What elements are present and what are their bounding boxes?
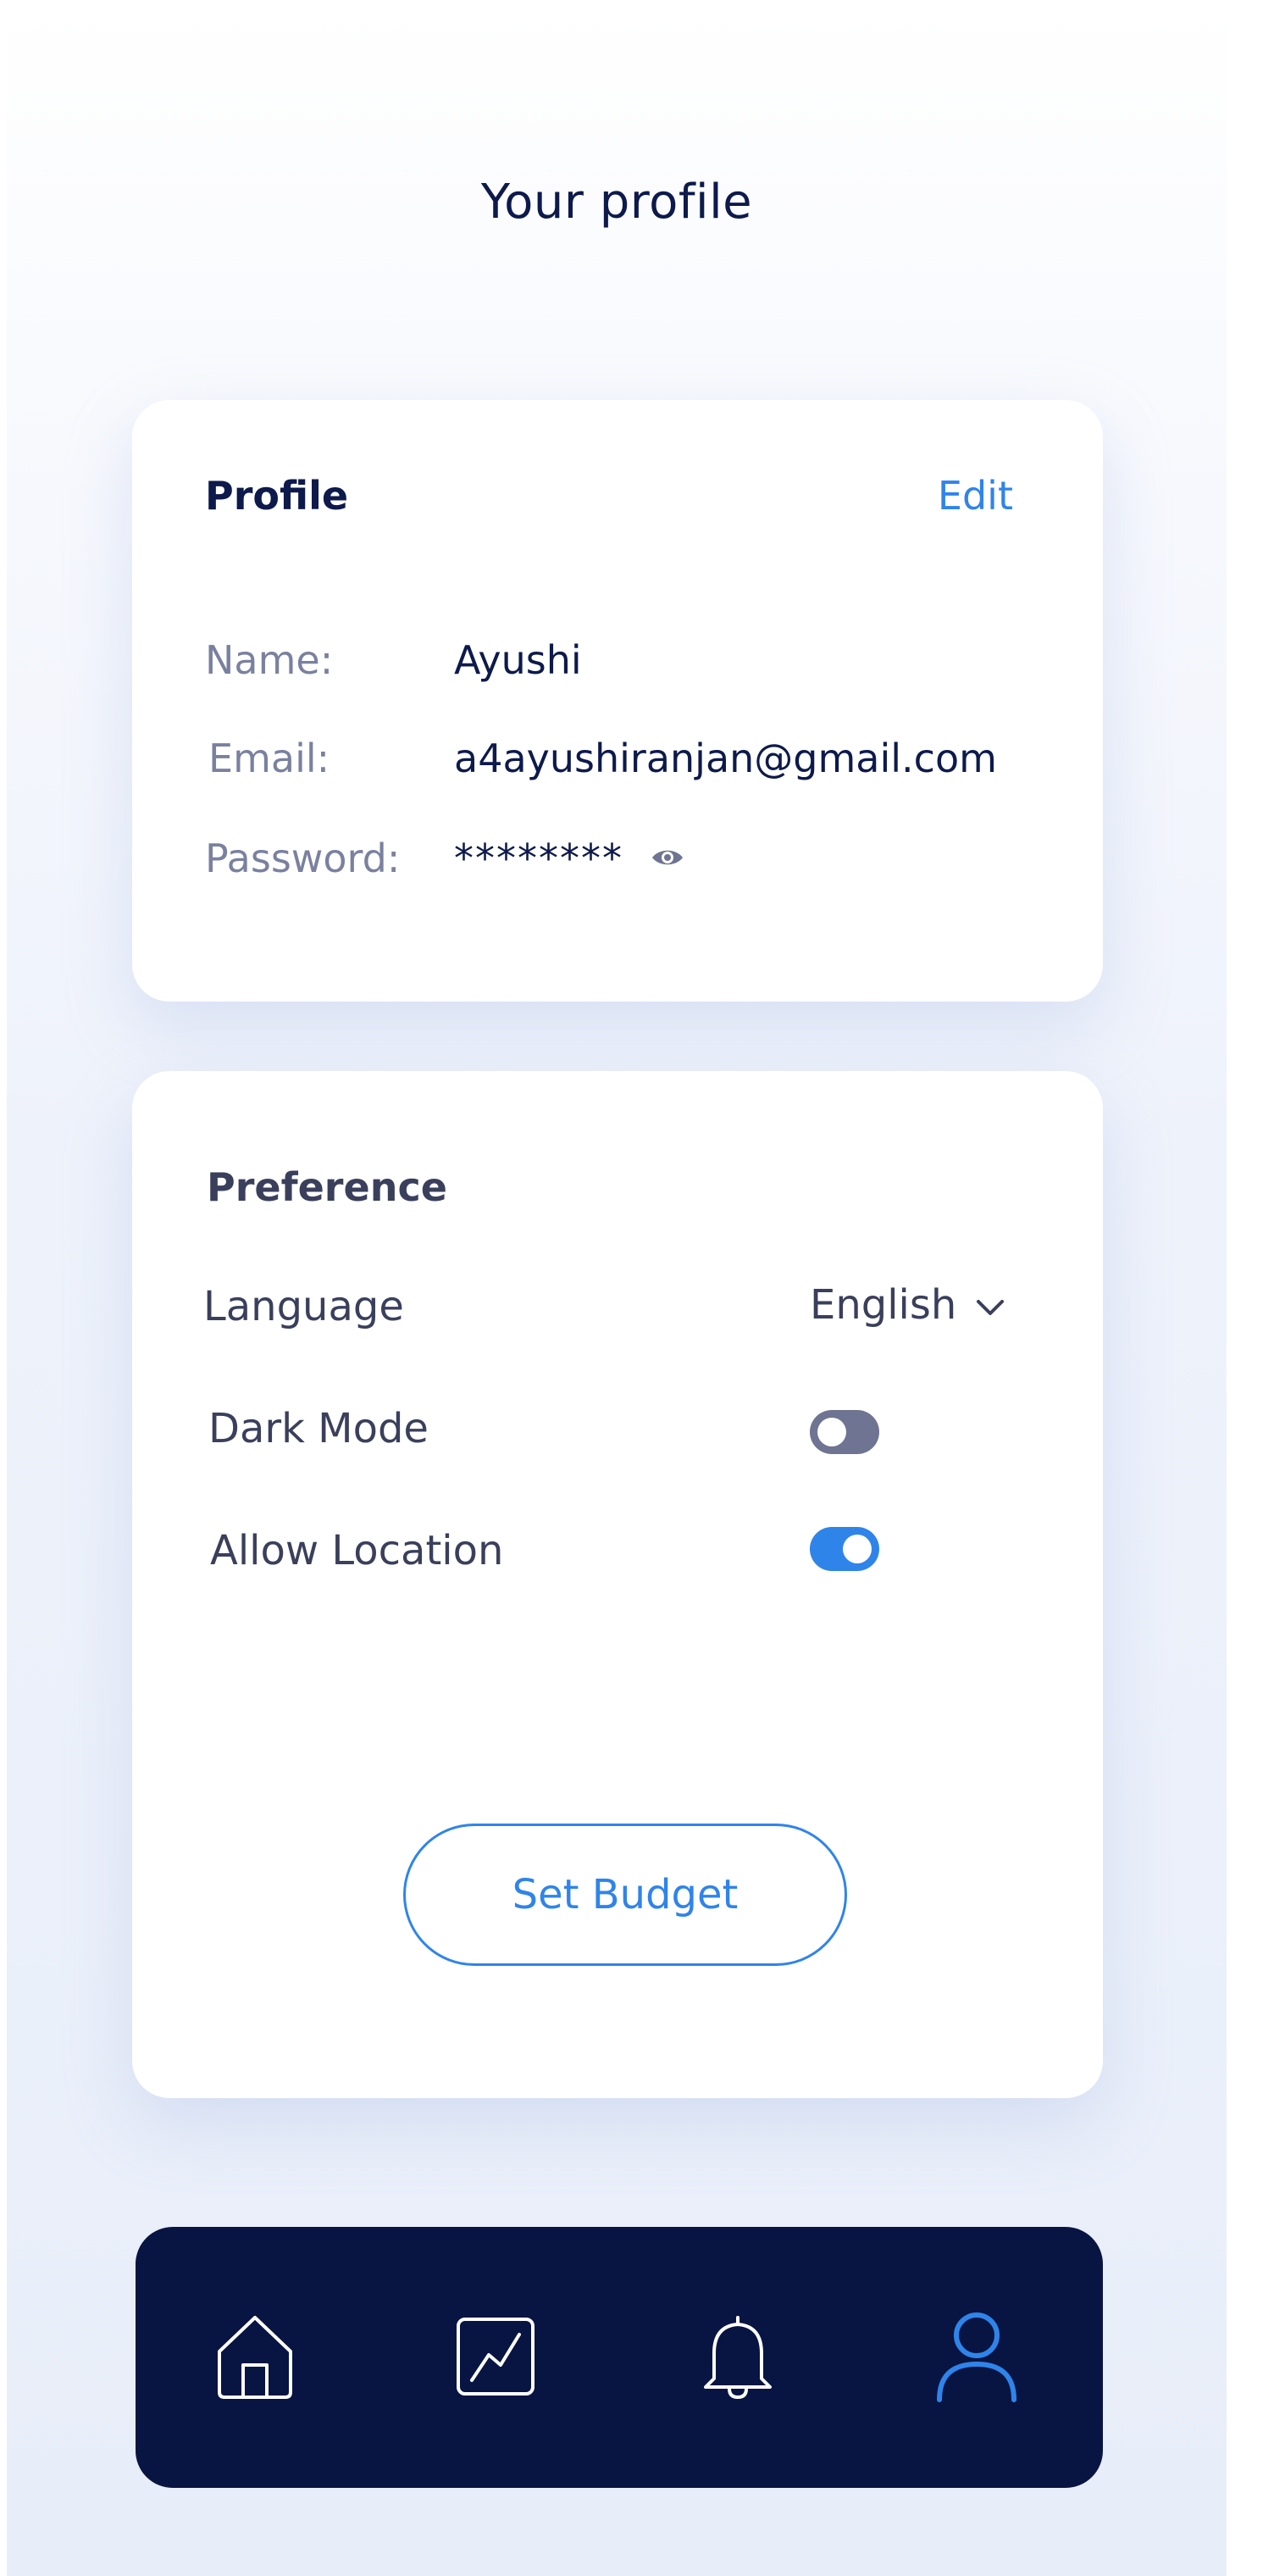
name-label: Name:: [205, 637, 334, 683]
nav-home[interactable]: [208, 2312, 302, 2405]
name-value: Ayushi: [454, 637, 582, 683]
user-icon: [934, 2310, 1019, 2407]
eye-icon[interactable]: [651, 841, 684, 874]
language-value: English: [810, 1281, 957, 1329]
profile-card: Profile Edit Name: Ayushi Email: a4ayush…: [132, 400, 1103, 1002]
password-value: ********: [454, 836, 623, 881]
password-label: Password:: [205, 836, 401, 881]
preference-card: Preference Language English Dark Mode Al…: [132, 1071, 1103, 2098]
bell-icon: [697, 2312, 778, 2404]
dark-mode-label: Dark Mode: [208, 1405, 429, 1452]
language-select[interactable]: English: [810, 1281, 1007, 1329]
nav-profile[interactable]: [930, 2312, 1023, 2405]
email-label: Email:: [208, 736, 330, 781]
profile-screen: Your profile Profile Edit Name: Ayushi E…: [7, 0, 1227, 2576]
chevron-down-icon: [973, 1281, 1007, 1329]
bottom-nav: [136, 2227, 1103, 2488]
nav-notifications[interactable]: [691, 2312, 784, 2405]
set-budget-button[interactable]: Set Budget: [403, 1824, 847, 1966]
chart-icon: [455, 2316, 536, 2401]
toggle-knob: [843, 1535, 872, 1563]
page-title: Your profile: [480, 175, 753, 230]
dark-mode-toggle[interactable]: [810, 1410, 879, 1454]
toggle-knob: [817, 1418, 846, 1446]
allow-location-label: Allow Location: [210, 1527, 504, 1574]
language-label: Language: [203, 1283, 404, 1330]
preference-heading: Preference: [207, 1164, 447, 1210]
nav-stats[interactable]: [449, 2312, 542, 2405]
allow-location-toggle[interactable]: [810, 1527, 879, 1571]
email-value: a4ayushiranjan@gmail.com: [454, 736, 997, 781]
home-icon: [213, 2312, 297, 2404]
profile-heading: Profile: [205, 473, 349, 519]
edit-button[interactable]: Edit: [938, 473, 1013, 519]
